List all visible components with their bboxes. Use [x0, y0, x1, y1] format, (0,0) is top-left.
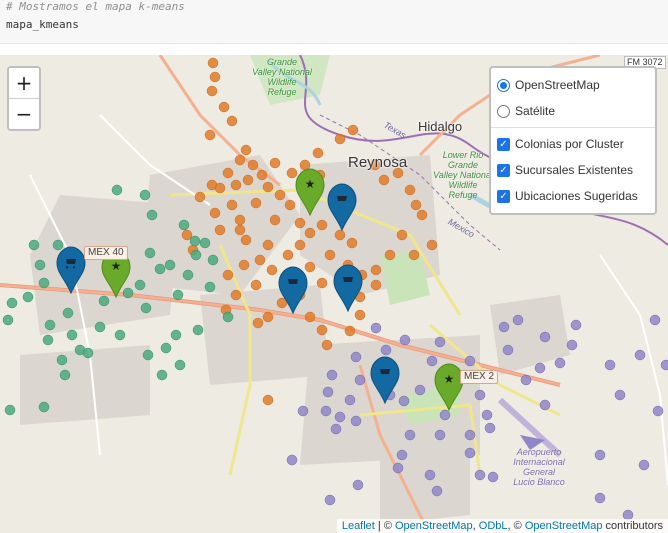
leaflet-map[interactable]: ★ ★ ★ Grande Valley National Wildlife Refug…	[0, 55, 668, 533]
overlay-ubicaciones[interactable]: ✓ Ubicaciones Sugeridas	[491, 183, 655, 209]
zoom-in-button[interactable]: +	[9, 68, 39, 98]
layer-label: Ubicaciones Sugeridas	[515, 189, 638, 203]
svg-text:★: ★	[305, 177, 316, 191]
layer-label: Colonias por Cluster	[515, 137, 624, 151]
osm-link-2[interactable]: OpenStreetMap	[525, 520, 603, 532]
radio-satelite[interactable]	[497, 104, 510, 118]
layer-label: Satélite	[515, 104, 556, 118]
road-shield-mex40: MEX 40	[84, 246, 128, 260]
leaflet-link[interactable]: Leaflet	[342, 520, 375, 532]
overlay-colonias[interactable]: ✓ Colonias por Cluster	[491, 131, 655, 157]
existing-branch-marker	[333, 264, 363, 313]
layers-separator	[491, 127, 655, 128]
code-cell: # Mostramos el mapa k-means mapa_kmeans	[0, 0, 668, 44]
base-layer-satelite[interactable]: Satélite	[491, 98, 655, 124]
radio-openstreetmap[interactable]	[497, 78, 510, 92]
odbl-link[interactable]: ODbL	[479, 520, 508, 532]
layers-control: OpenStreetMap Satélite ✓ Colonias por Cl…	[489, 66, 657, 215]
osm-link[interactable]: OpenStreetMap	[395, 520, 473, 532]
layer-label: OpenStreetMap	[515, 78, 600, 92]
code-comment: # Mostramos el mapa k-means	[6, 0, 185, 13]
overlay-sucursales[interactable]: ✓ Sucursales Existentes	[491, 157, 655, 183]
refuge-label-1: Grande Valley National Wildlife Refuge	[252, 57, 312, 97]
zoom-control: + −	[7, 66, 41, 131]
hidalgo-label: Hidalgo	[418, 119, 463, 134]
road-shield-mex2: MEX 2	[460, 370, 499, 384]
checkbox-ubicaciones[interactable]: ✓	[497, 189, 510, 203]
layer-label: Sucursales Existentes	[515, 163, 634, 177]
code-command: mapa_kmeans	[6, 18, 79, 31]
map-attribution: Leaflet | © OpenStreetMap, ODbL, © OpenS…	[336, 519, 668, 533]
zoom-out-button[interactable]: −	[9, 98, 39, 129]
base-layer-openstreetmap[interactable]: OpenStreetMap	[491, 72, 655, 98]
city-label: Reynosa	[348, 154, 408, 171]
airport-label: Aeropuerto Internacional General Lucio Blan…	[513, 447, 565, 487]
checkbox-sucursales[interactable]: ✓	[497, 163, 510, 177]
svg-text:★: ★	[444, 372, 455, 386]
checkbox-colonias[interactable]: ✓	[497, 137, 510, 151]
svg-text:★: ★	[111, 259, 122, 273]
